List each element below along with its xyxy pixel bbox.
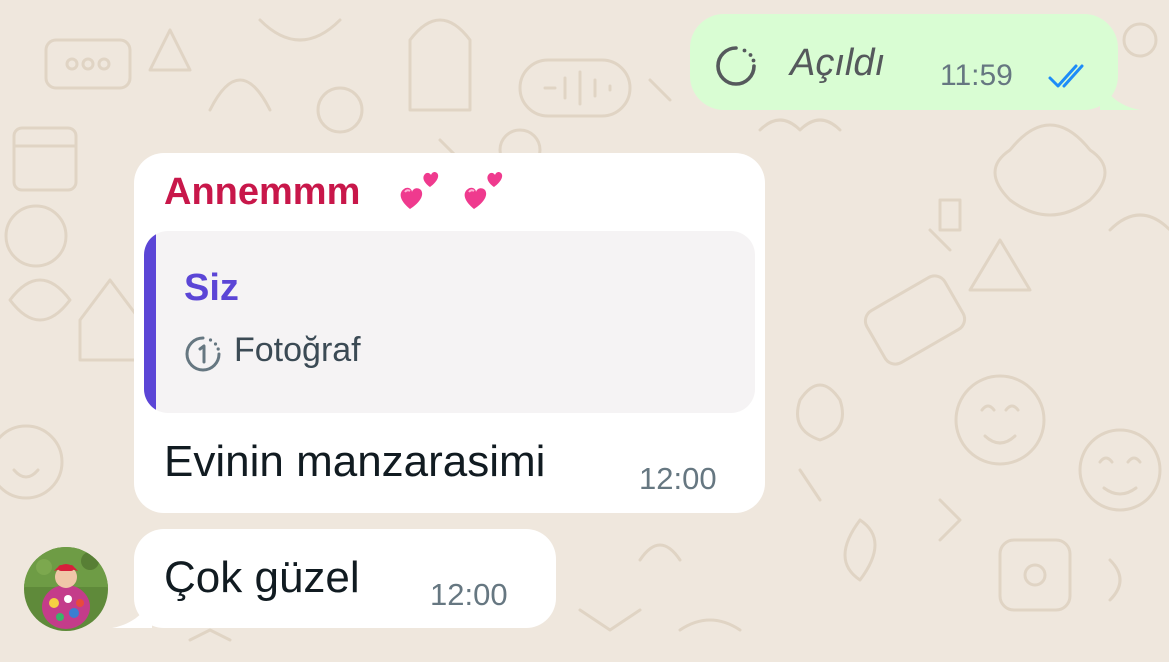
message-text: Evinin manzarasimi	[164, 437, 546, 486]
outgoing-message-bubble[interactable]: Açıldı 11:59	[690, 14, 1140, 110]
incoming-message-bubble[interactable]: Annemmm Siz Fotoğraf Evinin manzarasimi …	[134, 153, 765, 513]
sender-name[interactable]: Annemmm	[164, 171, 360, 214]
view-once-photo-icon	[185, 336, 221, 372]
message-time: 11:59	[940, 59, 1013, 92]
bubble-tail	[1100, 76, 1140, 110]
two-hearts-emoji	[464, 171, 503, 209]
incoming-message-bubble[interactable]: Çok güzel 12:00	[112, 529, 556, 628]
message-text: Çok güzel	[164, 553, 360, 602]
message-text: Açıldı	[790, 42, 886, 84]
double-check-read-icon	[1048, 64, 1084, 88]
two-hearts-emoji	[400, 171, 439, 209]
quote-author: Siz	[184, 267, 239, 309]
bubble-tail	[112, 594, 152, 628]
quote-text: Fotoğraf	[234, 331, 361, 369]
view-once-icon	[716, 46, 756, 86]
quote-accent-bar	[144, 231, 156, 413]
quoted-message[interactable]: Siz Fotoğraf	[144, 231, 755, 413]
contact-avatar[interactable]	[24, 547, 108, 631]
message-time: 12:00	[639, 461, 717, 496]
message-time: 12:00	[430, 577, 508, 612]
